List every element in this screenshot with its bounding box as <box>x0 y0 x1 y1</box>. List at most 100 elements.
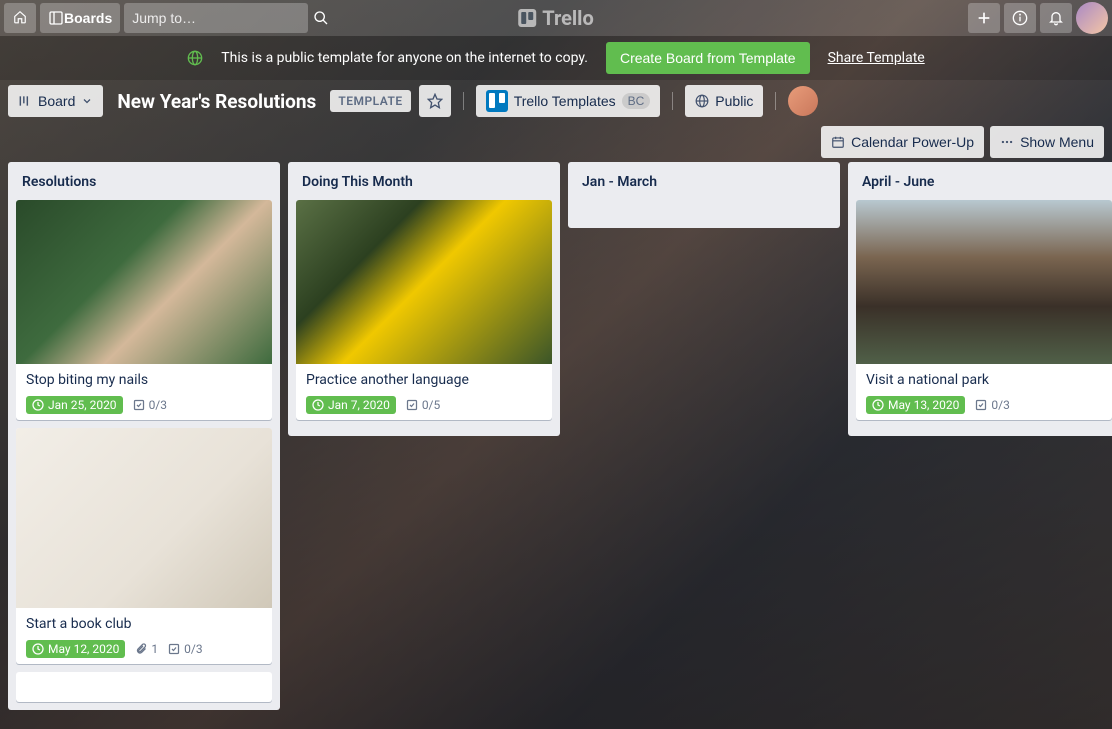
checklist-icon <box>975 399 987 411</box>
template-indicator: TEMPLATE <box>330 90 410 112</box>
calendar-label: Calendar Power-Up <box>851 134 974 150</box>
card[interactable]: Start a book club May 12, 2020 1 0/3 <box>16 428 272 664</box>
list-title[interactable]: Doing This Month <box>296 170 552 200</box>
clock-icon <box>872 399 884 411</box>
boards-icon <box>48 10 64 26</box>
checklist-badge: 0/3 <box>133 398 167 412</box>
checklist-icon <box>406 399 418 411</box>
due-date-badge: Jan 7, 2020 <box>306 396 396 414</box>
checklist-icon <box>168 643 180 655</box>
visibility-label: Public <box>715 93 753 109</box>
boards-button[interactable]: Boards <box>40 3 120 33</box>
due-date-text: May 13, 2020 <box>888 398 959 412</box>
divider <box>672 92 673 110</box>
notifications-button[interactable] <box>1040 3 1072 33</box>
show-menu-label: Show Menu <box>1020 134 1094 150</box>
checklist-text: 0/5 <box>422 398 440 412</box>
checklist-badge: 0/3 <box>975 398 1009 412</box>
board-title[interactable]: New Year's Resolutions <box>111 90 322 113</box>
list-jan-march[interactable]: Jan - March <box>568 162 840 228</box>
search-input[interactable] <box>132 10 313 26</box>
workspace-label: Trello Templates <box>514 93 616 109</box>
banner-text: This is a public template for anyone on … <box>221 50 588 66</box>
due-date-text: Jan 25, 2020 <box>48 398 117 412</box>
due-date-badge: May 13, 2020 <box>866 396 965 414</box>
board-view-label: Board <box>38 93 75 109</box>
trello-workspace-icon <box>486 90 508 112</box>
top-nav: Boards Trello <box>0 0 1112 36</box>
user-avatar[interactable] <box>1076 2 1108 34</box>
checklist-badge: 0/3 <box>168 642 202 656</box>
board-member-avatar[interactable] <box>788 86 818 116</box>
board-view-icon <box>18 94 32 108</box>
clock-icon <box>32 399 44 411</box>
plus-icon <box>976 10 992 26</box>
attachment-text: 1 <box>151 642 158 656</box>
ellipsis-icon <box>1000 135 1014 149</box>
card-title: Start a book club <box>26 616 262 632</box>
card-cover <box>16 428 272 608</box>
attachment-icon <box>135 643 147 655</box>
board-canvas[interactable]: Resolutions Stop biting my nails Jan 25,… <box>0 162 1112 729</box>
chevron-down-icon <box>81 95 93 107</box>
board-header: Board New Year's Resolutions TEMPLATE Tr… <box>0 80 1112 122</box>
list-title[interactable]: Jan - March <box>576 170 832 200</box>
card-cover <box>16 200 272 364</box>
checklist-text: 0/3 <box>184 642 202 656</box>
calendar-icon <box>831 135 845 149</box>
card-title: Stop biting my nails <box>26 372 262 388</box>
create-button[interactable] <box>968 3 1000 33</box>
card[interactable] <box>16 672 272 702</box>
checklist-text: 0/3 <box>149 398 167 412</box>
list-title[interactable]: April - June <box>856 170 1112 200</box>
checklist-icon <box>133 399 145 411</box>
card-cover <box>856 200 1112 364</box>
list-april-june[interactable]: April - June Visit a national park May 1… <box>848 162 1112 436</box>
home-icon <box>13 10 27 27</box>
trello-icon <box>518 9 536 27</box>
list-doing-this-month[interactable]: Doing This Month Practice another langua… <box>288 162 560 436</box>
checklist-text: 0/3 <box>991 398 1009 412</box>
boards-label: Boards <box>64 10 112 26</box>
divider <box>463 92 464 110</box>
workspace-button[interactable]: Trello Templates BC <box>476 85 661 117</box>
card-cover <box>296 200 552 364</box>
due-date-badge: Jan 25, 2020 <box>26 396 123 414</box>
clock-icon <box>32 643 44 655</box>
globe-icon <box>695 94 709 108</box>
brand-text: Trello <box>542 6 594 30</box>
share-template-link[interactable]: Share Template <box>828 50 925 66</box>
search-icon <box>313 10 329 26</box>
list-resolutions[interactable]: Resolutions Stop biting my nails Jan 25,… <box>8 162 280 710</box>
clock-icon <box>312 399 324 411</box>
show-menu-button[interactable]: Show Menu <box>990 126 1104 158</box>
info-icon <box>1012 10 1028 26</box>
template-banner: This is a public template for anyone on … <box>0 36 1112 80</box>
checklist-badge: 0/5 <box>406 398 440 412</box>
visibility-button[interactable]: Public <box>685 85 763 117</box>
card-title: Visit a national park <box>866 372 1102 388</box>
search-box[interactable] <box>124 3 308 33</box>
calendar-powerup-button[interactable]: Calendar Power-Up <box>821 126 984 158</box>
brand-logo[interactable]: Trello <box>518 6 594 30</box>
home-button[interactable] <box>4 3 36 33</box>
due-date-badge: May 12, 2020 <box>26 640 125 658</box>
due-date-text: Jan 7, 2020 <box>328 398 390 412</box>
workspace-badge: BC <box>622 93 651 109</box>
globe-icon <box>187 50 203 66</box>
board-sub-header: Calendar Power-Up Show Menu <box>0 122 1112 162</box>
list-title[interactable]: Resolutions <box>16 170 272 200</box>
star-icon <box>427 93 443 109</box>
star-button[interactable] <box>419 85 451 117</box>
divider <box>775 92 776 110</box>
card-title: Practice another language <box>306 372 542 388</box>
card[interactable]: Stop biting my nails Jan 25, 2020 0/3 <box>16 200 272 420</box>
card[interactable]: Practice another language Jan 7, 2020 0/… <box>296 200 552 420</box>
board-view-button[interactable]: Board <box>8 85 103 117</box>
info-button[interactable] <box>1004 3 1036 33</box>
attachment-badge: 1 <box>135 642 158 656</box>
card[interactable]: Visit a national park May 13, 2020 0/3 <box>856 200 1112 420</box>
due-date-text: May 12, 2020 <box>48 642 119 656</box>
create-from-template-button[interactable]: Create Board from Template <box>606 42 810 74</box>
bell-icon <box>1048 10 1064 26</box>
